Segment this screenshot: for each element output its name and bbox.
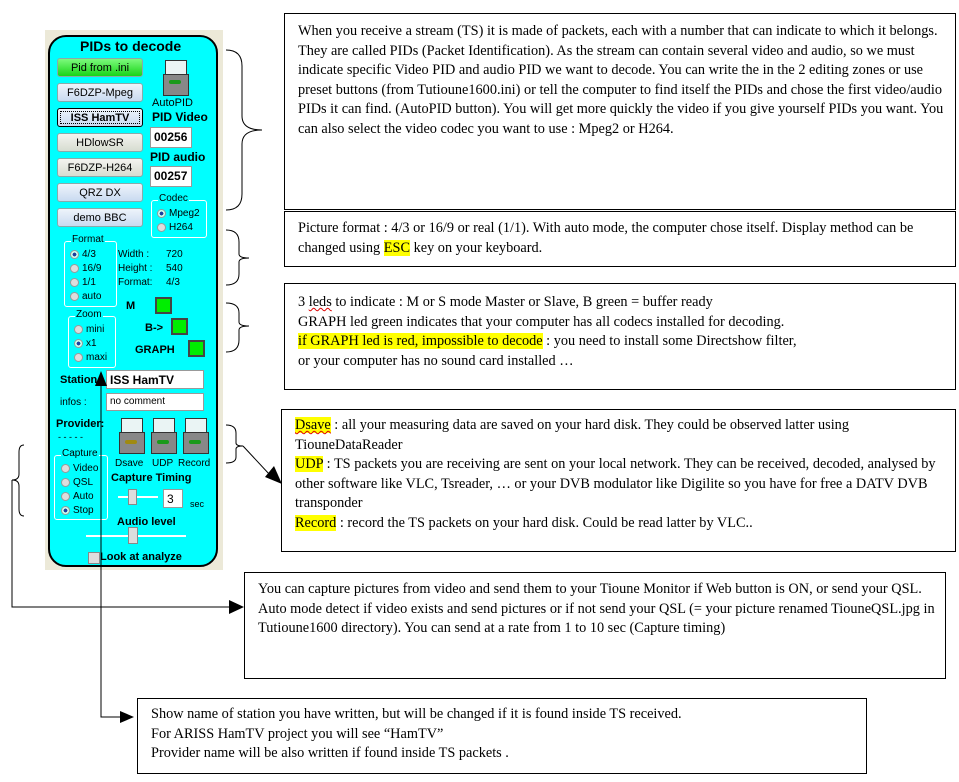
note-line: UDP : TS packets you are receiving are s… — [295, 455, 945, 514]
note-text: : all your measuring data are saved on y… — [295, 417, 849, 453]
capture-arrowhead-icon — [229, 600, 244, 614]
note-text: 3 — [298, 294, 309, 310]
highlight-dsave: Dsave — [295, 417, 331, 433]
highlight-esc: ESC — [383, 239, 410, 256]
note-line: For ARISS HamTV project you will see “Ha… — [151, 725, 444, 742]
highlight-record: Record — [295, 514, 337, 531]
brace-leds — [225, 302, 250, 353]
note-line: or your computer has no sound card insta… — [298, 352, 574, 369]
brace-capture — [11, 444, 25, 517]
note-line: Provider name will be also written if fo… — [151, 745, 509, 761]
note-station: Show name of station you have written, b… — [137, 698, 867, 774]
note-pids: When you receive a stream (TS) it is mad… — [284, 13, 956, 210]
note-leds: 3 leds to indicate : M or S mode Master … — [284, 283, 956, 390]
note-text: : TS packets you are receiving are sent … — [295, 456, 936, 511]
brace-switches — [225, 424, 244, 464]
note-line: 3 leds to indicate : M or S mode Master … — [298, 293, 945, 313]
station-up-arrowhead-icon — [95, 371, 107, 386]
note-switches: Dsave : all your measuring data are save… — [281, 409, 956, 552]
note-line: Show name of station you have written, b… — [151, 706, 682, 722]
note-text: : record the TS packets on your hard dis… — [336, 514, 753, 531]
note-line: GRAPH led green indicates that your comp… — [298, 313, 785, 330]
note-text: leds — [308, 294, 332, 310]
note-text: : you need to install some Directshow fi… — [542, 333, 797, 349]
station-connector-line — [100, 384, 120, 718]
highlight-graph-red: if GRAPH led is red, impossible to decod… — [298, 333, 543, 349]
brace-pids — [225, 49, 263, 211]
note-format: Picture format : 4/3 or 16/9 or real (1/… — [284, 211, 956, 267]
brace-format — [225, 229, 250, 286]
highlight-udp: UDP — [295, 456, 324, 472]
note-text: key on your keyboard. — [410, 239, 543, 256]
switches-arrow-line — [242, 445, 271, 476]
switches-arrowhead-icon — [265, 466, 282, 484]
note-text: to indicate : M or S mode Master or Slav… — [331, 294, 713, 310]
capture-connector-line — [11, 480, 230, 608]
note-line: if GRAPH led is red, impossible to decod… — [298, 332, 945, 352]
note-line: Record : record the TS packets on your h… — [295, 514, 945, 534]
note-line: Dsave : all your measuring data are save… — [295, 416, 945, 455]
station-arrowhead-icon — [120, 711, 134, 723]
note-capture: You can capture pictures from video and … — [244, 572, 946, 679]
